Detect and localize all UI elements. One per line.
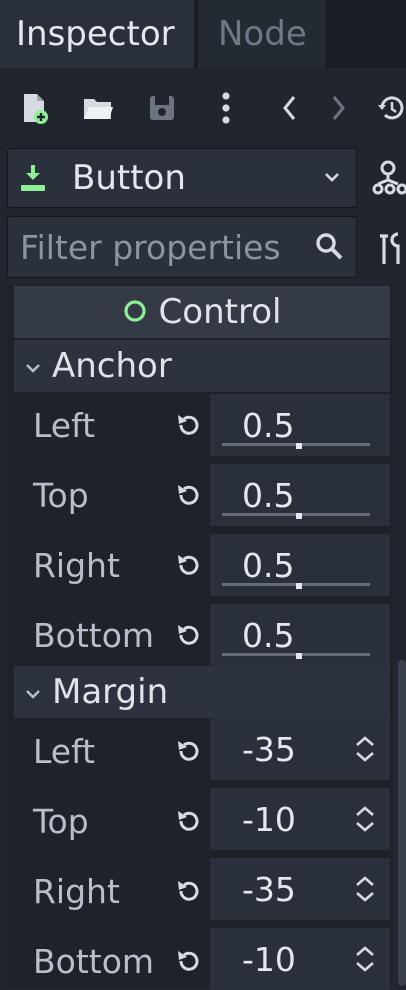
- reset-icon[interactable]: [172, 548, 206, 582]
- slider-grabber[interactable]: [296, 583, 302, 589]
- control-circle-icon: [123, 292, 147, 332]
- section-control[interactable]: Control: [14, 286, 390, 338]
- anchor-right-value: 0.5: [242, 545, 295, 585]
- margin-right-spinbox[interactable]: -35: [210, 858, 390, 920]
- slider-grabber[interactable]: [296, 653, 302, 659]
- slider-grabber[interactable]: [296, 513, 302, 519]
- chevron-down-icon: [24, 346, 42, 386]
- margin-top-spinbox[interactable]: -10: [210, 788, 390, 850]
- anchor-top-value: 0.5: [242, 475, 295, 515]
- tab-node[interactable]: Node: [198, 0, 326, 68]
- reset-icon[interactable]: [172, 804, 206, 838]
- tab-inspector[interactable]: Inspector: [0, 0, 196, 68]
- group-margin-title: Margin: [52, 672, 169, 712]
- margin-left-value: -35: [242, 729, 296, 769]
- reset-icon[interactable]: [172, 874, 206, 908]
- tools-icon[interactable]: [376, 228, 406, 268]
- reset-icon[interactable]: [172, 478, 206, 512]
- margin-left-label: Left: [33, 731, 96, 771]
- margin-top-value: -10: [242, 799, 296, 839]
- anchor-top-slider[interactable]: 0.5: [210, 464, 390, 526]
- anchor-right-label: Right: [33, 545, 120, 585]
- button-node-icon: [18, 161, 48, 199]
- margin-top-label: Top: [33, 801, 89, 841]
- history-icon[interactable]: [376, 88, 406, 128]
- anchor-bottom-label: Bottom: [33, 615, 155, 655]
- spinner-arrows-icon[interactable]: [352, 944, 378, 974]
- scrollbar[interactable]: [398, 660, 406, 986]
- spinner-arrows-icon[interactable]: [352, 874, 378, 904]
- chevron-down-icon: [322, 167, 342, 191]
- group-anchor-title: Anchor: [52, 346, 172, 386]
- margin-bottom-label: Bottom: [33, 941, 155, 981]
- group-margin[interactable]: Margin: [14, 666, 390, 718]
- anchor-left-label: Left: [33, 405, 96, 445]
- chevron-down-icon: [24, 672, 42, 712]
- margin-right-label: Right: [33, 871, 120, 911]
- section-control-title: Control: [158, 292, 282, 332]
- margin-left-spinbox[interactable]: -35: [210, 718, 390, 780]
- reset-icon[interactable]: [172, 734, 206, 768]
- history-forward-icon[interactable]: [318, 88, 358, 128]
- open-folder-icon[interactable]: [78, 88, 118, 128]
- history-back-icon[interactable]: [270, 88, 310, 128]
- margin-right-value: -35: [242, 869, 296, 909]
- anchor-right-slider[interactable]: 0.5: [210, 534, 390, 596]
- spinner-arrows-icon[interactable]: [352, 734, 378, 764]
- anchor-left-value: 0.5: [242, 405, 295, 445]
- anchor-bottom-slider[interactable]: 0.5: [210, 604, 390, 666]
- margin-bottom-spinbox[interactable]: -10: [210, 928, 390, 990]
- tab-inspector-label: Inspector: [16, 14, 175, 54]
- node-selector[interactable]: Button: [7, 148, 357, 208]
- anchor-top-label: Top: [33, 475, 89, 515]
- margin-bottom-value: -10: [242, 939, 296, 979]
- kebab-menu-icon[interactable]: [206, 88, 246, 128]
- reset-icon[interactable]: [172, 618, 206, 652]
- search-icon: [314, 231, 344, 265]
- reset-icon[interactable]: [172, 408, 206, 442]
- anchor-bottom-value: 0.5: [242, 615, 295, 655]
- new-resource-icon[interactable]: [14, 88, 54, 128]
- reset-icon[interactable]: [172, 944, 206, 978]
- filter-placeholder: Filter properties: [20, 227, 281, 267]
- save-icon[interactable]: [142, 88, 182, 128]
- group-anchor[interactable]: Anchor: [14, 340, 390, 392]
- spinner-arrows-icon[interactable]: [352, 804, 378, 834]
- node-selector-label: Button: [72, 158, 186, 198]
- tab-node-label: Node: [218, 14, 307, 54]
- node-tree-icon[interactable]: [370, 158, 406, 198]
- filter-properties-field[interactable]: Filter properties: [7, 216, 357, 278]
- slider-grabber[interactable]: [296, 443, 302, 449]
- anchor-left-slider[interactable]: 0.5: [210, 394, 390, 456]
